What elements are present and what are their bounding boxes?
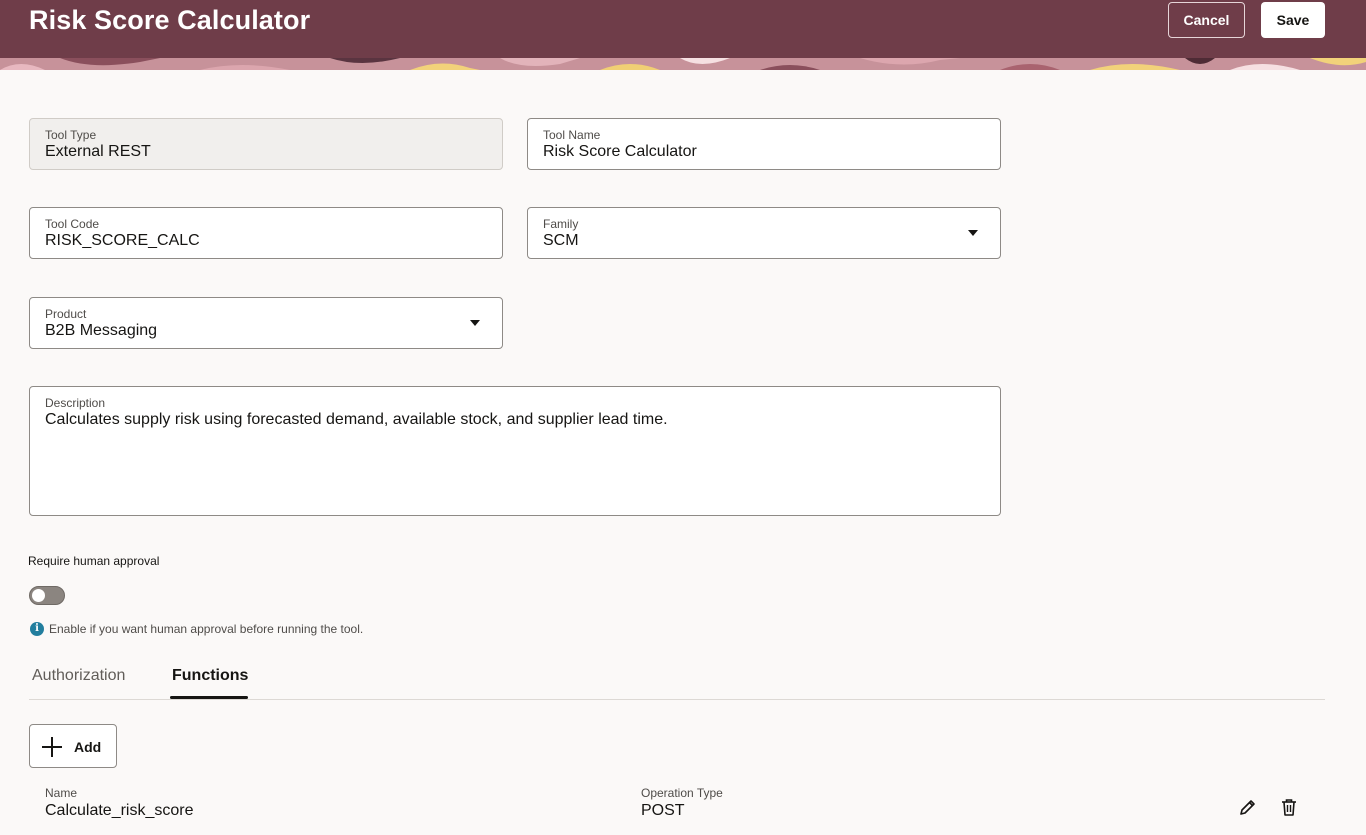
product-label: Product	[45, 307, 87, 321]
tabs-divider	[29, 699, 1325, 700]
product-value: B2B Messaging	[45, 322, 158, 339]
toggle-knob	[32, 589, 45, 602]
description-textarea[interactable]: Description Calculates supply risk using…	[29, 386, 1001, 516]
caret-down-icon[interactable]	[968, 230, 978, 236]
caret-down-icon[interactable]	[470, 320, 480, 326]
add-label: Add	[74, 739, 102, 755]
tab-authorization[interactable]: Authorization	[32, 667, 125, 685]
tool-type-label: Tool Type	[45, 128, 97, 142]
family-select[interactable]: Family SCM	[527, 207, 1001, 259]
function-operation-type: POST	[641, 802, 685, 819]
tool-code-value[interactable]: RISK_SCORE_CALC	[45, 232, 200, 250]
tool-name-field[interactable]: Tool Name Risk Score Calculator	[527, 118, 1001, 170]
approval-label: Require human approval	[28, 554, 160, 568]
tool-code-field[interactable]: Tool Code RISK_SCORE_CALC	[29, 207, 503, 259]
plus-icon	[42, 737, 62, 757]
cancel-button[interactable]: Cancel	[1168, 2, 1245, 38]
function-name: Calculate_risk_score	[45, 802, 194, 819]
pencil-icon[interactable]	[1238, 797, 1258, 817]
approval-helper-text: Enable if you want human approval before…	[49, 622, 364, 636]
family-value: SCM	[543, 232, 579, 249]
tool-type-value: External REST	[45, 143, 151, 160]
page-title: Risk Score Calculator	[29, 5, 311, 35]
tab-functions[interactable]: Functions	[172, 667, 248, 685]
operation-type-column-label: Operation Type	[641, 786, 723, 800]
family-label: Family	[543, 217, 579, 231]
name-column-label: Name	[45, 786, 78, 800]
description-value[interactable]: Calculates supply risk using forecasted …	[45, 411, 668, 429]
approval-toggle[interactable]	[29, 586, 65, 605]
add-function-button[interactable]: Add	[29, 724, 117, 768]
save-button[interactable]: Save	[1261, 2, 1325, 38]
tool-name-label: Tool Name	[543, 128, 601, 142]
product-select[interactable]: Product B2B Messaging	[29, 297, 503, 349]
info-icon: i	[30, 622, 44, 636]
trash-icon[interactable]	[1279, 797, 1299, 817]
decorative-banner	[0, 58, 1366, 70]
description-label: Description	[45, 396, 106, 410]
tool-code-label: Tool Code	[45, 217, 100, 231]
approval-helper: i Enable if you want human approval befo…	[30, 622, 363, 636]
tool-type-field: Tool Type External REST	[29, 118, 503, 170]
tool-name-value[interactable]: Risk Score Calculator	[543, 143, 697, 161]
